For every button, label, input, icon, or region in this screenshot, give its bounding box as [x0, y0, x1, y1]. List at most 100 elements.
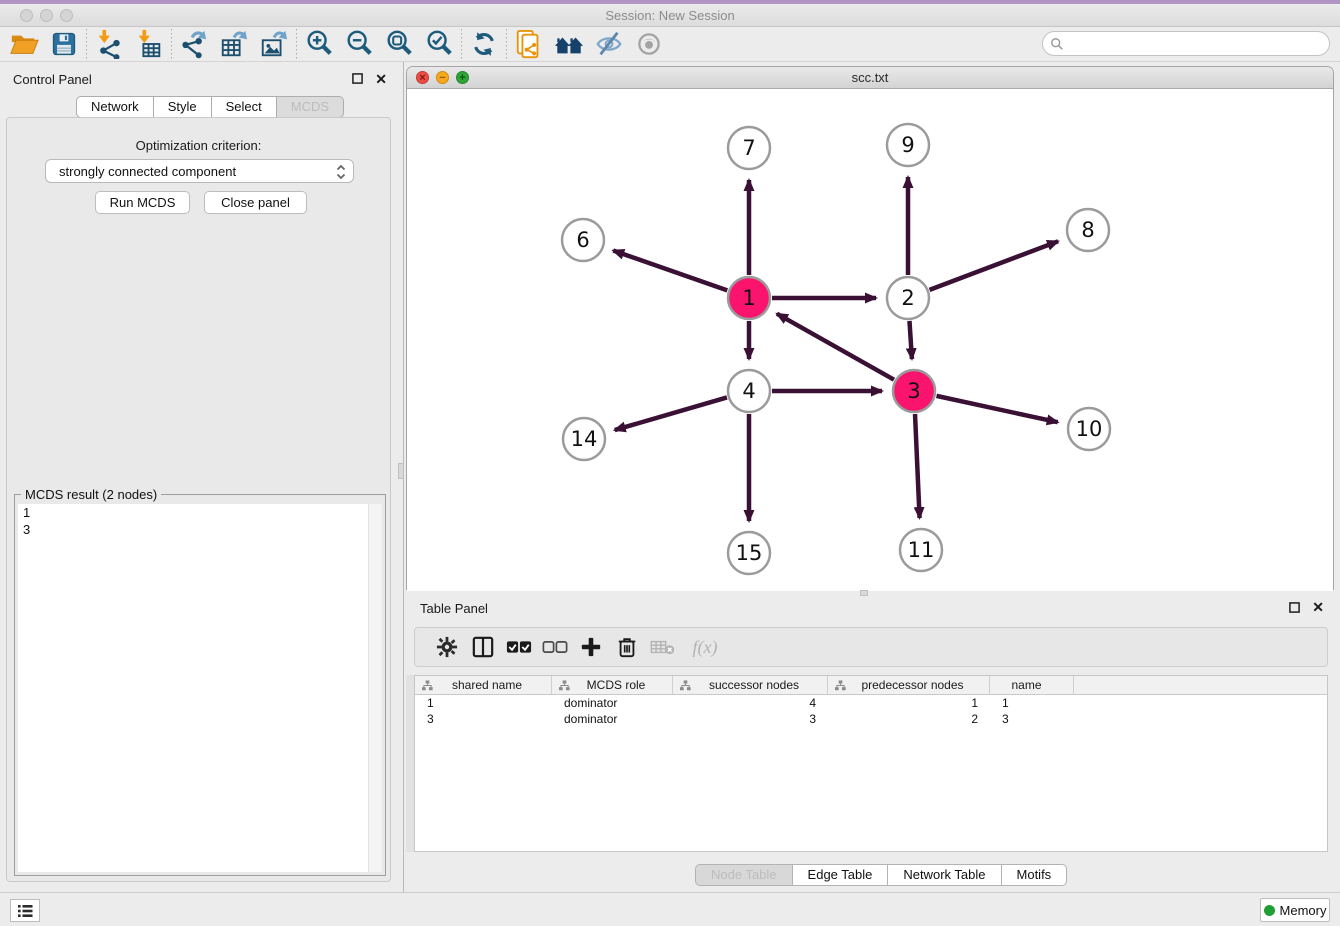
tab-edge-table[interactable]: Edge Table	[793, 864, 889, 886]
hierarchy-icon	[835, 680, 846, 691]
table-body: 1dominator4113dominator323	[415, 695, 1327, 727]
tab-motifs[interactable]: Motifs	[1002, 864, 1068, 886]
save-icon	[50, 30, 78, 58]
column-header-name[interactable]: name	[990, 676, 1074, 694]
table-cell: 3	[990, 711, 1074, 727]
unselect-all-columns-button[interactable]	[537, 630, 573, 664]
table-float-button[interactable]	[1289, 602, 1300, 615]
show-column-panel-button[interactable]	[465, 630, 501, 664]
export-table-icon	[219, 29, 249, 59]
mcds-result-line: 3	[18, 521, 368, 538]
mcds-result-groupbox: MCDS result (2 nodes) 1 3	[14, 494, 386, 876]
result-scrollbar[interactable]	[368, 504, 382, 872]
tab-select[interactable]: Select	[212, 96, 277, 118]
graph-edge-3-11[interactable]	[915, 414, 920, 518]
import-network-icon	[94, 29, 124, 59]
open-session-button[interactable]	[4, 28, 44, 60]
float-panel-button[interactable]	[352, 73, 363, 86]
graph-node-label-1: 1	[742, 286, 755, 310]
search-input[interactable]	[1042, 31, 1330, 56]
delete-table-button[interactable]	[645, 630, 681, 664]
list-icon	[17, 904, 33, 918]
export-image-button[interactable]	[254, 28, 294, 60]
vertical-splitter-grip[interactable]	[398, 463, 404, 479]
optimization-criterion-label: Optimization criterion:	[7, 138, 390, 153]
zoom-in-button[interactable]	[299, 28, 339, 60]
home-icon	[553, 29, 585, 59]
graph-edge-2-8[interactable]	[930, 241, 1059, 290]
export-network-button[interactable]	[174, 28, 214, 60]
table-cell: 3	[415, 711, 552, 727]
import-table-icon	[134, 29, 164, 59]
network-canvas[interactable]: 1234678910111415	[407, 89, 1333, 591]
close-panel-button-mcds[interactable]: Close panel	[204, 191, 307, 214]
network-window-title: scc.txt	[407, 67, 1333, 89]
delete-table-icon	[650, 638, 676, 656]
add-column-button[interactable]	[573, 630, 609, 664]
graph-edge-4-14[interactable]	[615, 397, 727, 430]
toolbar-separator	[461, 29, 462, 59]
graph-edge-1-6[interactable]	[613, 251, 727, 291]
tab-network[interactable]: Network	[76, 96, 154, 118]
function-builder-button[interactable]: f(x)	[681, 630, 729, 664]
eye-slash-icon	[594, 29, 624, 59]
export-table-button[interactable]	[214, 28, 254, 60]
graph-edge-2-3[interactable]	[909, 321, 911, 359]
import-table-button[interactable]	[129, 28, 169, 60]
task-history-button[interactable]	[10, 899, 40, 922]
titlebar[interactable]: Session: New Session	[0, 4, 1340, 27]
memory-button[interactable]: Memory	[1260, 898, 1330, 922]
zoom-selected-icon	[424, 29, 454, 59]
run-mcds-button[interactable]: Run MCDS	[95, 191, 190, 214]
eye-icon	[635, 30, 663, 58]
hide-selected-button[interactable]	[589, 28, 629, 60]
zoom-out-button[interactable]	[339, 28, 379, 60]
tab-mcds[interactable]: MCDS	[277, 96, 344, 118]
tab-style[interactable]: Style	[154, 96, 212, 118]
apply-layout-button[interactable]	[464, 28, 504, 60]
node-table: shared name MCDS role successor nodes pr…	[414, 675, 1328, 852]
search-icon	[1050, 37, 1064, 51]
delete-column-button[interactable]	[609, 630, 645, 664]
network-view-window: × − + scc.txt 1234678910111415	[406, 66, 1334, 590]
tab-network-table[interactable]: Network Table	[888, 864, 1001, 886]
graph-node-label-14: 14	[571, 427, 598, 451]
show-all-button[interactable]	[629, 28, 669, 60]
open-folder-icon	[9, 29, 39, 59]
hierarchy-icon	[680, 680, 691, 691]
table-cell: 3	[673, 711, 828, 727]
import-network-button[interactable]	[89, 28, 129, 60]
plus-icon	[580, 636, 602, 658]
float-icon	[1289, 602, 1300, 613]
column-header-mcds-role[interactable]: MCDS role	[552, 676, 673, 694]
graph-node-label-10: 10	[1076, 417, 1103, 441]
select-all-columns-button[interactable]	[501, 630, 537, 664]
table-panel: Table Panel ✕	[406, 597, 1334, 888]
mcds-result-textarea[interactable]: 1 3	[18, 504, 368, 872]
column-header-shared-name[interactable]: shared name	[415, 676, 552, 694]
copy-network-button[interactable]	[509, 28, 549, 60]
close-panel-button[interactable]: ✕	[375, 73, 387, 85]
column-header-predecessor-nodes[interactable]: predecessor nodes	[828, 676, 990, 694]
save-session-button[interactable]	[44, 28, 84, 60]
graph-edge-3-1[interactable]	[777, 314, 894, 380]
table-close-button[interactable]: ✕	[1312, 601, 1324, 613]
table-row[interactable]: 1dominator411	[415, 695, 1327, 711]
table-settings-button[interactable]	[429, 630, 465, 664]
go-home-button[interactable]	[549, 28, 589, 60]
horizontal-splitter-grip[interactable]	[860, 590, 868, 596]
table-header-row: shared name MCDS role successor nodes pr…	[415, 676, 1327, 695]
table-row[interactable]: 3dominator323	[415, 711, 1327, 727]
column-header-successor-nodes[interactable]: successor nodes	[673, 676, 828, 694]
zoom-selected-button[interactable]	[419, 28, 459, 60]
close-icon: ✕	[375, 71, 387, 87]
zoom-fit-icon	[384, 29, 414, 59]
table-cell: 1	[415, 695, 552, 711]
network-window-titlebar[interactable]: × − + scc.txt	[407, 67, 1333, 89]
optimization-criterion-select[interactable]: strongly connected component	[45, 159, 354, 183]
zoom-fit-button[interactable]	[379, 28, 419, 60]
graph-node-label-3: 3	[907, 379, 920, 403]
table-type-tabs: Node Table Edge Table Network Table Moti…	[695, 864, 1067, 886]
graph-edge-3-10[interactable]	[936, 396, 1057, 422]
tab-node-table[interactable]: Node Table	[695, 864, 793, 886]
